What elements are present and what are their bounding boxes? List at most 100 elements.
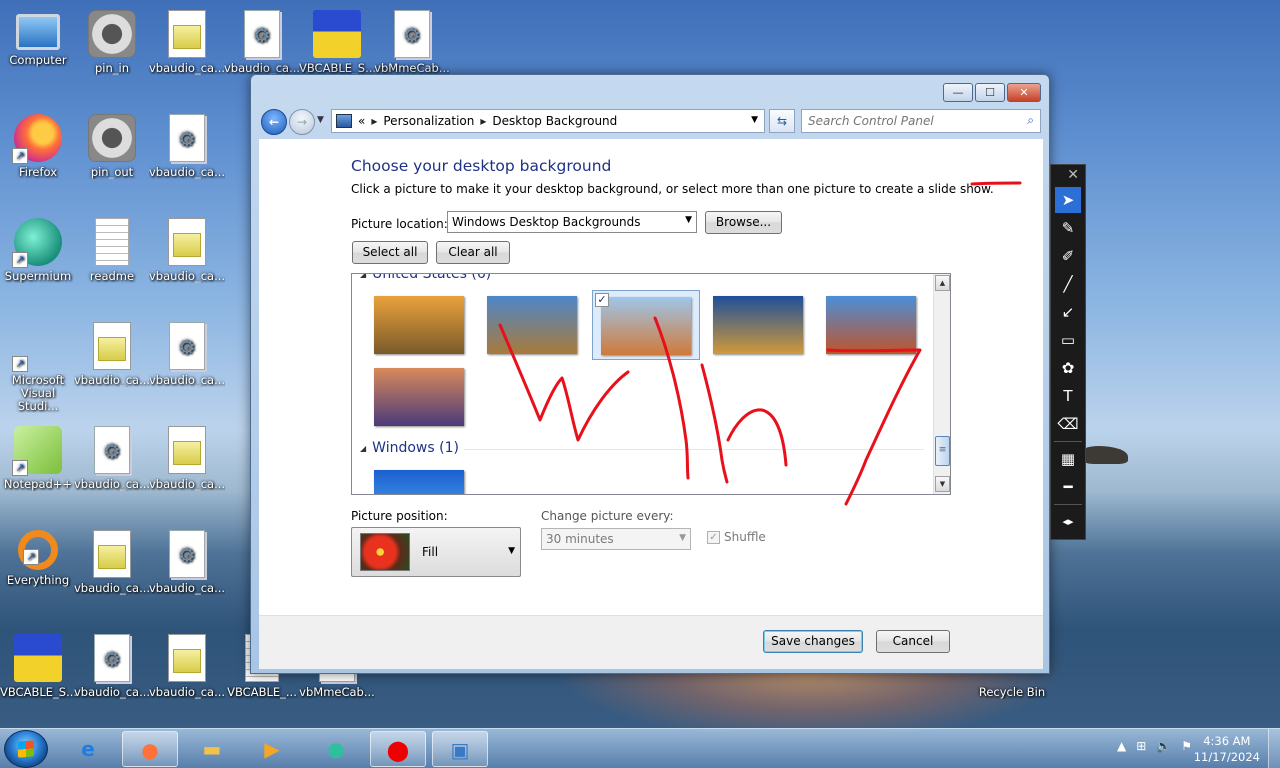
desktop-icon-supermium[interactable]: Supermium: [0, 214, 76, 314]
supermium-icon: [12, 218, 62, 268]
close-toolbar-icon[interactable]: ✕: [1051, 165, 1085, 185]
breadcrumb-overflow[interactable]: «: [358, 114, 365, 128]
maximize-button[interactable]: ☐: [975, 83, 1005, 102]
chevron-down-icon[interactable]: ▼: [751, 115, 758, 125]
rectangle-icon[interactable]: ▭: [1055, 327, 1081, 353]
config-file-icon: [168, 426, 206, 474]
taskbar-screen-recorder[interactable]: ⬤: [370, 731, 426, 767]
highlighter-icon[interactable]: ✐: [1055, 243, 1081, 269]
picture-location-select[interactable]: Windows Desktop Backgrounds ▼: [447, 211, 697, 233]
pen-icon[interactable]: ✎: [1055, 215, 1081, 241]
desktop-icon-vbaudio-8[interactable]: vbaudio_ca...: [149, 422, 225, 522]
resize-icon[interactable]: ◂▸: [1055, 509, 1081, 535]
desktop-icon-vbaudio-5[interactable]: vbaudio_ca...: [74, 318, 150, 418]
search-icon[interactable]: ⌕: [1027, 113, 1034, 128]
taskbar-clock[interactable]: 4:36 AM 11/17/2024: [1194, 733, 1260, 765]
checkmark-icon: ✓: [709, 531, 718, 543]
save-changes-button[interactable]: Save changes: [763, 630, 863, 653]
volume-icon[interactable]: 🔈: [1156, 739, 1171, 753]
content-pane: Choose your desktop background Click a p…: [259, 139, 1043, 615]
desktop-icon-vbcable-setup-2[interactable]: VBCABLE_S...: [0, 630, 76, 730]
desktop-icon-vbaudio-9[interactable]: vbaudio_ca...: [74, 526, 150, 626]
taskbar: e ● ▬ ▶ ● ⬤ ▣ ▲ ⊞ 🔈 ⚑ 4:36 AM 11/17/2024: [0, 728, 1280, 768]
desktop-icon-vbaudio-4[interactable]: vbaudio_ca...: [149, 214, 225, 314]
scrollbar-thumb[interactable]: ≡: [935, 436, 950, 466]
close-button[interactable]: ✕: [1007, 83, 1041, 102]
taskbar-supermium[interactable]: ●: [308, 731, 364, 767]
scroll-down-button[interactable]: ▼: [935, 476, 950, 492]
desktop-icon-readme[interactable]: readme: [74, 214, 150, 314]
network-icon[interactable]: ⊞: [1136, 739, 1146, 753]
select-all-button[interactable]: Select all: [352, 241, 428, 264]
clear-all-button[interactable]: Clear all: [436, 241, 510, 264]
minimize-button[interactable]: —: [943, 83, 973, 102]
desktop-icon-notepadpp[interactable]: Notepad++: [0, 422, 76, 522]
thumbnail-checkbox[interactable]: ✓: [595, 293, 609, 307]
line-icon[interactable]: ╱: [1055, 271, 1081, 297]
desktop-icon-everything[interactable]: Everything: [0, 526, 76, 626]
refresh-button[interactable]: ⇆: [769, 109, 795, 133]
desktop-icon-vbaudio-3[interactable]: vbaudio_ca...: [149, 110, 225, 210]
group-title: United States (6): [372, 273, 492, 282]
desktop-icon-vbaudio-7[interactable]: vbaudio_ca...: [74, 422, 150, 522]
arrow-right-icon: →: [296, 115, 308, 129]
navigation-bar: ← → ▼ « ▸ Personalization ▸ Desktop Back…: [259, 107, 1043, 135]
recent-pages-dropdown[interactable]: ▼: [317, 115, 324, 125]
desktop-icon-vbaudio-10[interactable]: vbaudio_ca...: [149, 526, 225, 626]
checkbox-box[interactable]: ✓: [707, 530, 720, 544]
change-every-select[interactable]: 30 minutes ▼: [541, 528, 691, 550]
thumbnail-lighthouse[interactable]: [487, 296, 577, 354]
desktop-icon-pin-out[interactable]: pin_out: [74, 110, 150, 210]
eraser-icon[interactable]: ⌫: [1055, 411, 1081, 437]
taskbar-firefox[interactable]: ●: [122, 731, 178, 767]
thumbnail-lake-flowers[interactable]: [374, 368, 464, 426]
taskbar-internet-explorer[interactable]: e: [60, 731, 116, 767]
cursor-icon[interactable]: ➤: [1055, 187, 1081, 213]
search-input[interactable]: [802, 110, 1012, 132]
thumbnail-windows-logo[interactable]: [374, 470, 464, 494]
desktop-icon-visual-studio[interactable]: Microsoft Visual Studi...: [0, 318, 76, 418]
transparency-icon[interactable]: ▦: [1055, 446, 1081, 472]
thumbnail-sunset-meadow[interactable]: [374, 296, 464, 354]
system-tray: ▲ ⊞ 🔈 ⚑: [1117, 739, 1192, 753]
taskbar-explorer[interactable]: ▬: [184, 731, 240, 767]
show-desktop-button[interactable]: [1268, 729, 1280, 768]
group-header-windows[interactable]: ◢ Windows (1): [360, 440, 459, 456]
picture-position-select[interactable]: Fill ▼: [351, 527, 521, 577]
browse-button[interactable]: Browse...: [705, 211, 782, 234]
desktop-icon-firefox[interactable]: Firefox: [0, 110, 76, 210]
breadcrumb-personalization[interactable]: Personalization: [383, 114, 474, 128]
gallery-scrollbar[interactable]: ▲ ≡ ▼: [933, 274, 950, 494]
forward-button[interactable]: →: [289, 109, 315, 135]
desktop-icon-vbaudio-12[interactable]: vbaudio_ca...: [149, 630, 225, 730]
arrow-icon[interactable]: ↙: [1055, 299, 1081, 325]
change-every-value: 30 minutes: [546, 532, 614, 546]
address-bar[interactable]: « ▸ Personalization ▸ Desktop Background…: [331, 109, 765, 133]
desktop-icon-vbaudio-11[interactable]: vbaudio_ca...: [74, 630, 150, 730]
cancel-button[interactable]: Cancel: [876, 630, 950, 653]
picture-location-label: Picture location:: [351, 217, 448, 231]
thumbnail-frame-selected[interactable]: ✓: [592, 290, 700, 360]
desktop-icon-computer[interactable]: Computer: [0, 6, 76, 106]
back-button[interactable]: ←: [261, 109, 287, 135]
text-icon[interactable]: T: [1055, 383, 1081, 409]
desktop-icon-vbaudio-6[interactable]: vbaudio_ca...: [149, 318, 225, 418]
stroke-width-icon[interactable]: ━: [1055, 474, 1081, 500]
show-hidden-icons-icon[interactable]: ▲: [1117, 739, 1126, 753]
desktop-icon-pin-in[interactable]: pin_in: [74, 6, 150, 106]
settings-file-icon: [244, 10, 280, 58]
desktop-icon-vbaudio-1[interactable]: vbaudio_ca...: [149, 6, 225, 106]
thumbnail-delicate-arch[interactable]: [826, 296, 916, 354]
breadcrumb-separator-icon: ▸: [480, 114, 487, 128]
action-center-flag-icon[interactable]: ⚑: [1181, 739, 1192, 753]
palette-icon[interactable]: ✿: [1055, 355, 1081, 381]
start-button[interactable]: [4, 730, 48, 768]
shuffle-checkbox[interactable]: ✓ Shuffle: [707, 530, 766, 544]
scroll-up-button[interactable]: ▲: [935, 275, 950, 291]
thumbnail-rock-reflection[interactable]: [601, 297, 691, 355]
taskbar-control-panel[interactable]: ▣: [432, 731, 488, 767]
breadcrumb-desktop-background[interactable]: Desktop Background: [492, 114, 617, 128]
thumbnail-hay-bale[interactable]: [713, 296, 803, 354]
group-header-united-states[interactable]: ◢ United States (6): [360, 273, 492, 282]
taskbar-media-player[interactable]: ▶: [244, 731, 300, 767]
